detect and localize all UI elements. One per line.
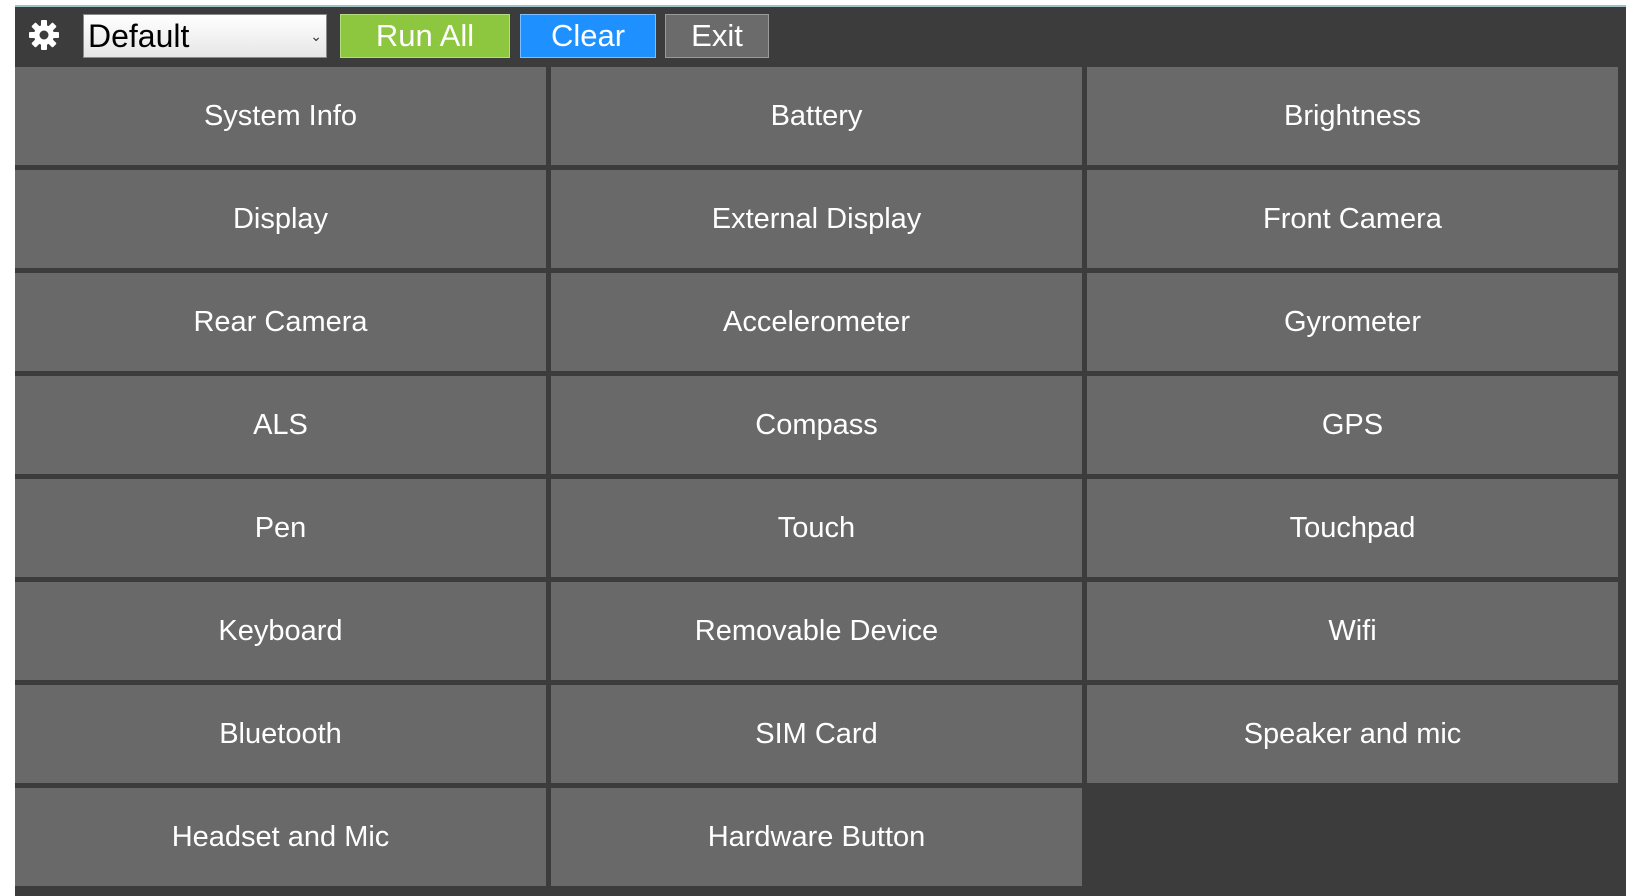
test-tile-front-camera[interactable]: Front Camera	[1087, 170, 1618, 268]
test-tile-hardware-button[interactable]: Hardware Button	[551, 788, 1082, 886]
run-all-button[interactable]: Run All	[340, 14, 510, 58]
profile-select[interactable]: Default ⌄	[83, 14, 327, 58]
exit-button[interactable]: Exit	[665, 14, 769, 58]
app-window: Default ⌄ Run All Clear Exit System Info…	[15, 5, 1626, 896]
profile-select-value: Default	[88, 18, 190, 54]
test-tile-removable-device[interactable]: Removable Device	[551, 582, 1082, 680]
test-tile-touch[interactable]: Touch	[551, 479, 1082, 577]
test-tile-gps[interactable]: GPS	[1087, 376, 1618, 474]
test-tile-bluetooth[interactable]: Bluetooth	[15, 685, 546, 783]
test-tile-battery[interactable]: Battery	[551, 67, 1082, 165]
test-tile-speaker-and-mic[interactable]: Speaker and mic	[1087, 685, 1618, 783]
clear-button[interactable]: Clear	[520, 14, 656, 58]
test-tile-sim-card[interactable]: SIM Card	[551, 685, 1082, 783]
toolbar: Default ⌄ Run All Clear Exit	[15, 7, 1626, 65]
test-tile-als[interactable]: ALS	[15, 376, 546, 474]
test-tile-headset-and-mic[interactable]: Headset and Mic	[15, 788, 546, 886]
gear-icon[interactable]	[28, 19, 60, 51]
chevron-down-icon: ⌄	[310, 28, 322, 44]
test-tile-accelerometer[interactable]: Accelerometer	[551, 273, 1082, 371]
test-tile-compass[interactable]: Compass	[551, 376, 1082, 474]
test-tile-display[interactable]: Display	[15, 170, 546, 268]
test-tile-rear-camera[interactable]: Rear Camera	[15, 273, 546, 371]
test-tile-external-display[interactable]: External Display	[551, 170, 1082, 268]
test-tile-pen[interactable]: Pen	[15, 479, 546, 577]
test-tile-wifi[interactable]: Wifi	[1087, 582, 1618, 680]
test-tile-system-info[interactable]: System Info	[15, 67, 546, 165]
test-tile-brightness[interactable]: Brightness	[1087, 67, 1618, 165]
test-tile-gyrometer[interactable]: Gyrometer	[1087, 273, 1618, 371]
test-tile-touchpad[interactable]: Touchpad	[1087, 479, 1618, 577]
test-tile-keyboard[interactable]: Keyboard	[15, 582, 546, 680]
